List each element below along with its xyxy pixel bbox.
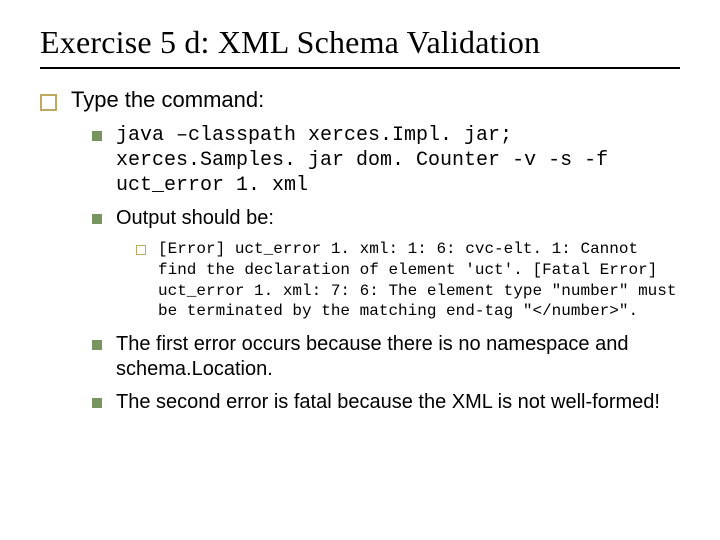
title-underline (40, 67, 680, 69)
explain-text-1: The first error occurs because there is … (116, 332, 680, 382)
square-solid-icon (92, 214, 102, 224)
output-text: [Error] uct_error 1. xml: 1: 6: cvc-elt.… (158, 239, 680, 322)
square-solid-icon (92, 340, 102, 350)
bullet-level2: java –classpath xerces.Impl. jar; xerces… (92, 123, 680, 198)
square-tiny-icon (136, 245, 146, 255)
bullet-level1: Type the command: (40, 87, 680, 113)
square-solid-icon (92, 398, 102, 408)
bullet-level2: Output should be: (92, 206, 680, 231)
command-text: java –classpath xerces.Impl. jar; xerces… (116, 123, 680, 198)
lvl1-text: Type the command: (71, 87, 264, 113)
bullet-level3: [Error] uct_error 1. xml: 1: 6: cvc-elt.… (136, 239, 680, 322)
slide-title: Exercise 5 d: XML Schema Validation (40, 24, 680, 61)
output-label: Output should be: (116, 206, 274, 231)
explain-text-2: The second error is fatal because the XM… (116, 390, 660, 415)
bullet-level2: The first error occurs because there is … (92, 332, 680, 382)
bullet-level2: The second error is fatal because the XM… (92, 390, 680, 415)
square-solid-icon (92, 131, 102, 141)
square-outline-icon (40, 94, 57, 111)
